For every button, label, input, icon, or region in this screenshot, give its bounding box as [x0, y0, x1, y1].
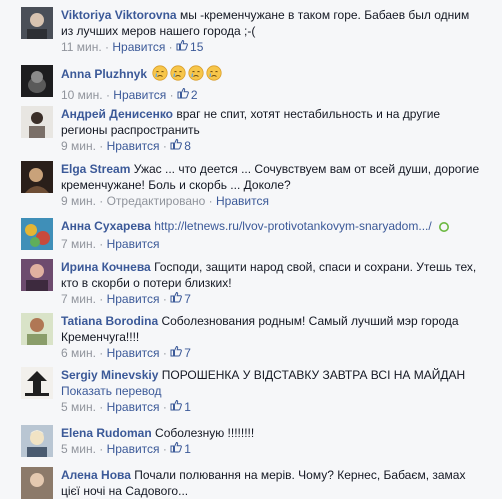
- thumbs-up-icon: [176, 39, 188, 55]
- comment-meta: 11 мин. · Нравится · 15: [61, 39, 204, 55]
- link-preview-icon[interactable]: [439, 220, 450, 236]
- avatar[interactable]: [21, 218, 53, 250]
- comment-time[interactable]: 7 мин.: [61, 292, 96, 306]
- scrollbar[interactable]: [494, 0, 502, 497]
- avatar[interactable]: [21, 425, 53, 457]
- crying-face-icon: [206, 65, 222, 85]
- like-count[interactable]: 2: [177, 87, 198, 103]
- comment-time[interactable]: 9 мин.: [61, 139, 96, 153]
- comment-meta: 7 мин. · Нравится · 7: [61, 291, 191, 307]
- like-count-value: 1: [184, 400, 191, 414]
- comment: Elga Stream Ужас ... что деется ... Сочу…: [0, 161, 494, 209]
- avatar[interactable]: [21, 313, 53, 345]
- thumbs-up-icon: [170, 291, 183, 307]
- comment-meta: 9 мин. · Отредактировано · Нравится: [61, 194, 269, 208]
- comment-author[interactable]: Anna Pluzhnyk: [61, 67, 147, 81]
- comment-time[interactable]: 9 мин.: [61, 194, 96, 208]
- avatar[interactable]: [21, 161, 53, 193]
- comment: Алена Нова Почали полювання на мерів. Чо…: [0, 467, 494, 499]
- comment-author[interactable]: Анна Сухарева: [61, 219, 151, 233]
- thumbs-up-icon: [170, 399, 183, 415]
- comment-text: ПОРОШЕНКА У ВІДСТАВКУ ЗАВТРА ВСІ НА МАЙД…: [161, 368, 466, 382]
- comment: Viktoriya Viktorovna мы -кременчужане в …: [0, 7, 494, 59]
- comment-author[interactable]: Ирина Кочнева: [61, 260, 151, 274]
- like-button[interactable]: Нравится: [107, 346, 160, 360]
- show-translation-link[interactable]: Показать перевод: [61, 383, 482, 399]
- avatar[interactable]: [21, 65, 53, 97]
- avatar[interactable]: [21, 367, 53, 399]
- like-button[interactable]: Нравится: [112, 40, 165, 54]
- like-button[interactable]: Нравится: [113, 88, 166, 102]
- comment-author[interactable]: Андрей Денисенко: [61, 107, 173, 121]
- comment-meta: 5 мин. · Нравится · 1: [61, 441, 191, 457]
- comment-author[interactable]: Elga Stream: [61, 162, 130, 176]
- comment-meta: 6 мин. · Нравится · 7: [61, 345, 191, 361]
- comment-time[interactable]: 7 мин.: [61, 237, 96, 251]
- thumbs-up-icon: [170, 441, 183, 457]
- like-count[interactable]: 7: [170, 345, 191, 361]
- avatar[interactable]: [21, 467, 53, 499]
- comment-time[interactable]: 6 мин.: [61, 346, 96, 360]
- comment-meta: 7 мин. · Нравится: [61, 237, 160, 251]
- like-count[interactable]: 15: [176, 39, 203, 55]
- like-count[interactable]: 1: [170, 399, 191, 415]
- comment-time[interactable]: 5 мин.: [61, 400, 96, 414]
- comment: Tatiana Borodina Соболезнования родным! …: [0, 313, 494, 361]
- thumbs-up-icon: [170, 138, 183, 154]
- comment-author[interactable]: Viktoriya Viktorovna: [61, 8, 177, 22]
- comment-author[interactable]: Алена Нова: [61, 468, 131, 482]
- like-count-value: 7: [184, 346, 191, 360]
- comment: Sergiy Minevskiy ПОРОШЕНКА У ВІДСТАВКУ З…: [0, 367, 494, 417]
- crying-face-icon: [152, 65, 168, 85]
- like-button[interactable]: Нравится: [107, 237, 160, 251]
- comment: Anna Pluzhnyk 10 мин. · Нравится · 2: [0, 65, 494, 103]
- comment-author[interactable]: Sergiy Minevskiy: [61, 368, 158, 382]
- like-button[interactable]: Нравится: [216, 194, 269, 208]
- thumbs-up-icon: [177, 87, 189, 103]
- comment-meta: 9 мин. · Нравится · 8: [61, 138, 191, 154]
- comment-time[interactable]: 5 мин.: [61, 442, 96, 456]
- like-count-value: 8: [184, 139, 191, 153]
- like-count[interactable]: 8: [170, 138, 191, 154]
- like-count-value: 15: [190, 40, 204, 54]
- avatar[interactable]: [21, 106, 53, 138]
- thumbs-up-icon: [170, 345, 183, 361]
- like-count-value: 2: [190, 88, 198, 102]
- like-button[interactable]: Нравится: [107, 292, 160, 306]
- like-count-value: 1: [184, 442, 191, 456]
- comment-author[interactable]: Elena Rudoman: [61, 426, 152, 440]
- like-count[interactable]: 1: [170, 441, 191, 457]
- like-button[interactable]: Нравится: [107, 400, 160, 414]
- comment-text: Соболезную !!!!!!!!: [155, 426, 255, 440]
- comment-author[interactable]: Tatiana Borodina: [61, 314, 158, 328]
- comment-feed: Viktoriya Viktorovna мы -кременчужане в …: [0, 0, 495, 499]
- crying-face-icon: [188, 65, 204, 85]
- like-button[interactable]: Нравится: [107, 442, 160, 456]
- emoji-row: [150, 65, 222, 81]
- comment-link[interactable]: http://letnews.ru/lvov-protivotankovym-s…: [154, 219, 431, 233]
- comment: Ирина Кочнева Господи, защити народ свой…: [0, 259, 494, 307]
- comment: Анна Сухарева http://letnews.ru/lvov-pro…: [0, 218, 494, 252]
- like-button[interactable]: Нравится: [107, 139, 160, 153]
- comment: Elena Rudoman Соболезную !!!!!!!! 5 мин.…: [0, 425, 494, 461]
- comment-time[interactable]: 11 мин.: [61, 40, 102, 54]
- comment: Андрей Денисенко враг не спит, хотят нес…: [0, 106, 494, 154]
- like-count[interactable]: 7: [170, 291, 191, 307]
- comment-meta: 10 мин. · Нравится · 2: [61, 87, 198, 103]
- comment-meta: 5 мин. · Нравится · 1: [61, 399, 191, 415]
- like-count-value: 7: [184, 292, 191, 306]
- comment-time[interactable]: 10 мин.: [61, 88, 103, 102]
- crying-face-icon: [170, 65, 186, 85]
- avatar[interactable]: [21, 7, 53, 39]
- edited-label[interactable]: Отредактировано: [107, 194, 206, 208]
- avatar[interactable]: [21, 259, 53, 291]
